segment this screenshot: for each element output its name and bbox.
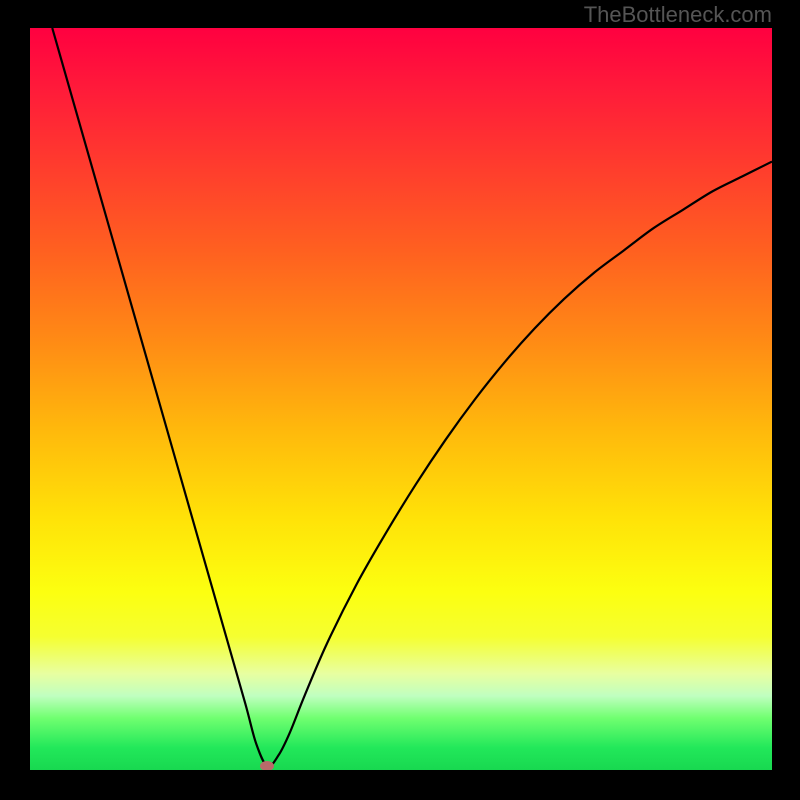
watermark-text: TheBottleneck.com — [584, 2, 772, 28]
curve-svg — [30, 28, 772, 770]
minimum-marker — [260, 761, 274, 770]
bottleneck-curve — [52, 28, 772, 767]
plot-area — [30, 28, 772, 770]
